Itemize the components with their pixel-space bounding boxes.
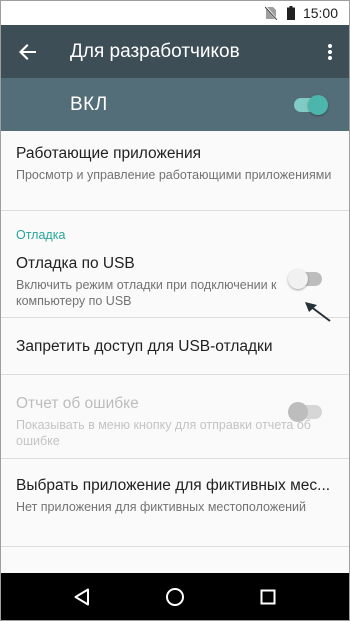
- page-title: Для разработчиков: [70, 40, 240, 62]
- pointer-arrow-icon: [304, 301, 332, 328]
- back-triangle-icon[interactable]: [62, 577, 102, 617]
- settings-list: Работающие приложения Просмотр и управле…: [0, 131, 350, 547]
- revoke-usb-debugging-title: Запретить доступ для USB-отладки: [16, 338, 273, 355]
- usb-debugging-title: Отладка по USB: [16, 255, 135, 272]
- app-toolbar: Для разработчиков: [0, 25, 350, 78]
- running-apps-title: Работающие приложения: [16, 145, 202, 162]
- bug-report-item: Отчет об ошибке Показывать в меню кнопку…: [0, 375, 350, 459]
- toggle-thumb: [288, 269, 308, 289]
- master-switch-label: ВКЛ: [70, 93, 108, 115]
- recents-square-icon[interactable]: [248, 577, 288, 617]
- bug-report-toggle: [288, 402, 324, 422]
- mock-location-title: Выбрать приложение для фиктивных мес...: [16, 477, 331, 494]
- developer-options-master-switch[interactable]: ВКЛ: [0, 78, 350, 131]
- bug-report-title: Отчет об ошибке: [16, 395, 139, 412]
- bug-report-summary: Показывать в меню кнопку для отправки от…: [16, 418, 311, 448]
- usb-debugging-summary: Включить режим отладки при подключении к…: [16, 278, 277, 308]
- usb-debugging-item[interactable]: Отладка по USB Включить режим отладки пр…: [0, 252, 350, 318]
- category-debugging-header: Отладка: [16, 228, 66, 242]
- master-toggle[interactable]: [292, 94, 328, 115]
- battery-icon: [286, 5, 295, 20]
- mock-location-app-item[interactable]: Выбрать приложение для фиктивных мес... …: [0, 459, 350, 547]
- mock-location-summary: Нет приложения для фиктивных местоположе…: [16, 500, 307, 514]
- running-apps-summary: Просмотр и управление работающими прилож…: [16, 168, 332, 182]
- toggle-thumb: [288, 402, 308, 422]
- revoke-usb-debugging-item[interactable]: Запретить доступ для USB-отладки: [0, 318, 350, 375]
- usb-debugging-toggle[interactable]: [288, 269, 324, 289]
- home-circle-icon[interactable]: [155, 577, 195, 617]
- status-bar: 15:00: [0, 0, 350, 25]
- toggle-thumb: [308, 94, 328, 115]
- more-vert-icon[interactable]: [310, 25, 350, 78]
- running-apps-item[interactable]: Работающие приложения Просмотр и управле…: [0, 131, 350, 211]
- arrow-back-icon[interactable]: [0, 25, 56, 78]
- system-nav-bar: [0, 573, 350, 621]
- status-time: 15:00: [302, 4, 338, 21]
- no-sim-icon: [264, 5, 277, 20]
